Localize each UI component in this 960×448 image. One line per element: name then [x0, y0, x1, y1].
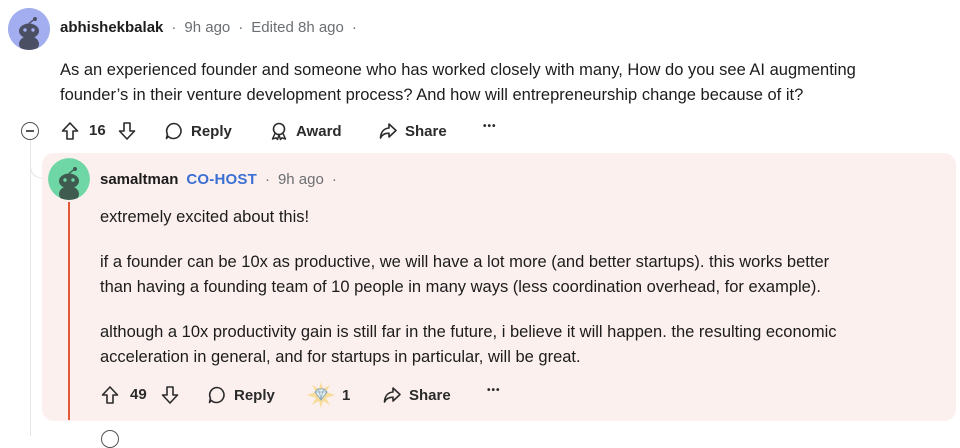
separator-dot: ·	[238, 19, 244, 36]
next-collapse-button[interactable]	[101, 430, 119, 448]
comment-line: founder’s in their venture development p…	[60, 86, 804, 104]
reply-line: although a 10x productivity gain is stil…	[100, 323, 837, 341]
upvote-button[interactable]	[60, 121, 80, 141]
separator-dot: ·	[351, 19, 357, 36]
reply-paragraph: if a founder can be 10x as productive, w…	[100, 250, 950, 300]
timestamp[interactable]: 9h ago	[184, 19, 230, 36]
reply-button[interactable]: Reply	[207, 385, 275, 405]
vote-count: 49	[130, 386, 147, 403]
award-label: Award	[296, 122, 342, 140]
collapse-button[interactable]	[21, 122, 39, 140]
comment-icon	[208, 386, 225, 404]
comment-body: As an experienced founder and someone wh…	[60, 58, 950, 108]
snoo-avatar-icon	[8, 8, 50, 50]
reply-header: samaltman CO-HOST · 9h ago ·	[100, 171, 337, 188]
edited-label: Edited 8h ago	[251, 19, 344, 36]
reply-line: than having a founding team of 10 people…	[100, 278, 821, 296]
vote-count: 16	[89, 122, 106, 139]
reply-paragraph: extremely excited about this!	[100, 208, 310, 226]
comment-icon	[165, 122, 182, 140]
downvote-button[interactable]	[117, 121, 137, 141]
comment-header: abhishekbalak · 9h ago · Edited 8h ago ·	[60, 19, 357, 36]
avatar[interactable]	[8, 8, 50, 50]
separator-dot: ·	[264, 171, 270, 188]
downvote-button[interactable]	[160, 385, 180, 405]
username[interactable]: samaltman	[100, 171, 178, 188]
downvote-icon	[118, 122, 136, 140]
comment-line: As an experienced founder and someone wh…	[60, 61, 856, 79]
reply-label: Reply	[234, 386, 275, 404]
highlight-line	[68, 202, 70, 420]
more-options-button[interactable]: •••	[483, 121, 497, 132]
collapse-icon	[26, 130, 34, 132]
share-label: Share	[405, 122, 447, 140]
share-icon	[379, 123, 397, 139]
award-icon	[271, 122, 287, 141]
share-button[interactable]: Share	[378, 121, 447, 141]
reply-label: Reply	[191, 122, 232, 140]
downvote-icon	[161, 386, 179, 404]
reply-button[interactable]: Reply	[164, 121, 232, 141]
cohost-badge: CO-HOST	[186, 171, 257, 188]
reply-paragraph: although a 10x productivity gain is stil…	[100, 320, 950, 370]
separator-dot: ·	[171, 19, 177, 36]
more-icon: •••	[487, 385, 501, 396]
upvote-icon	[101, 386, 119, 404]
timestamp[interactable]: 9h ago	[278, 171, 324, 188]
snoo-avatar-icon	[48, 158, 90, 200]
more-icon: •••	[483, 121, 497, 132]
award-count: 1	[342, 386, 351, 404]
upvote-icon	[61, 122, 79, 140]
thread-line	[30, 142, 31, 436]
separator-dot: ·	[331, 171, 337, 188]
more-options-button[interactable]: •••	[487, 385, 501, 396]
reply-body: extremely excited about this! if a found…	[100, 205, 950, 370]
avatar[interactable]	[48, 158, 90, 200]
upvote-button[interactable]	[100, 385, 120, 405]
award-button[interactable]: Award	[269, 121, 342, 141]
reply-line: if a founder can be 10x as productive, w…	[100, 253, 830, 271]
share-label: Share	[409, 386, 451, 404]
share-button[interactable]: Share	[382, 385, 451, 405]
share-icon	[383, 387, 401, 403]
reply-line: acceleration in general, and for startup…	[100, 348, 581, 366]
diamond-award-icon	[307, 382, 335, 408]
award-button[interactable]: 1	[306, 381, 350, 409]
username[interactable]: abhishekbalak	[60, 19, 163, 36]
